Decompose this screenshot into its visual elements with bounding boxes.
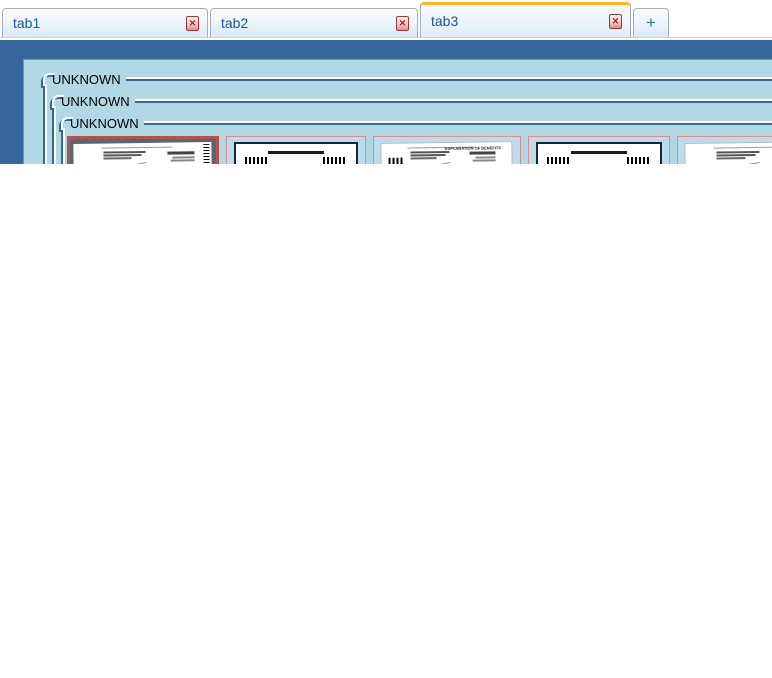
scanned-document-preview	[73, 142, 213, 164]
group-border-line	[143, 121, 772, 125]
thumbnail-5[interactable]	[677, 136, 772, 164]
group-unknown-3: UNKNOWN EXPLANATION OF BENEFITS	[59, 112, 772, 164]
tab-label: tab1	[13, 15, 41, 31]
tab-tab1[interactable]: tab1 ✕	[2, 8, 208, 37]
group-legend: UNKNOWN	[41, 68, 772, 90]
tab-bar: tab1 ✕ tab2 ✕ tab3 ✕ +	[0, 0, 772, 38]
tab-label: tab3	[431, 13, 459, 29]
thumbnail-3[interactable]: EXPLANATION OF BENEFITS	[373, 136, 521, 164]
group-unknown-2: UNKNOWN UNKNOWN EXPLANATION OF BENEFITS	[50, 90, 772, 164]
barcode-document-preview	[234, 142, 358, 164]
thumbnail-4[interactable]	[528, 136, 670, 164]
group-legend: UNKNOWN	[50, 90, 772, 112]
tab-tab2[interactable]: tab2 ✕	[210, 8, 418, 37]
group-border-line	[134, 99, 772, 103]
tab-close-icon[interactable]: ✕	[609, 13, 622, 29]
tab-label: tab2	[221, 15, 249, 31]
group-border-corner	[50, 90, 64, 112]
barcode-document-preview	[536, 142, 662, 164]
barcode	[388, 157, 404, 164]
tab-close-icon[interactable]: ✕	[396, 15, 409, 31]
document-title-text: EXPLANATION OF BENEFITS	[445, 145, 502, 152]
group-unknown-1: UNKNOWN UNKNOWN UNKNOWN EXPLANATION OF B…	[41, 68, 772, 164]
group-border-corner	[59, 112, 73, 134]
group-label: UNKNOWN	[70, 115, 139, 131]
group-legend: UNKNOWN	[59, 112, 772, 134]
thumbnail-1[interactable]	[67, 136, 219, 164]
vertical-barcode	[203, 144, 211, 164]
tab-tab3[interactable]: tab3 ✕	[420, 2, 631, 37]
viewer-content: UNKNOWN UNKNOWN UNKNOWN EXPLANATION OF B…	[0, 40, 772, 164]
thumbnail-strip: EXPLANATION OF BENEFITS	[67, 136, 772, 164]
thumbnail-2[interactable]	[226, 136, 366, 164]
group-border-line	[125, 77, 772, 81]
scanned-document-preview	[684, 140, 772, 164]
group-border-corner	[41, 68, 55, 90]
viewer-panel: UNKNOWN UNKNOWN UNKNOWN EXPLANATION OF B…	[23, 59, 772, 164]
tab-close-icon[interactable]: ✕	[186, 15, 199, 31]
group-label: UNKNOWN	[61, 93, 130, 109]
group-label: UNKNOWN	[52, 71, 121, 87]
document-viewer-window: tab1 ✕ tab2 ✕ tab3 ✕ + UNKNOWN UNKNOWN U…	[0, 0, 772, 165]
scanned-document-preview: EXPLANATION OF BENEFITS	[380, 141, 514, 164]
new-tab-button[interactable]: +	[633, 8, 669, 37]
